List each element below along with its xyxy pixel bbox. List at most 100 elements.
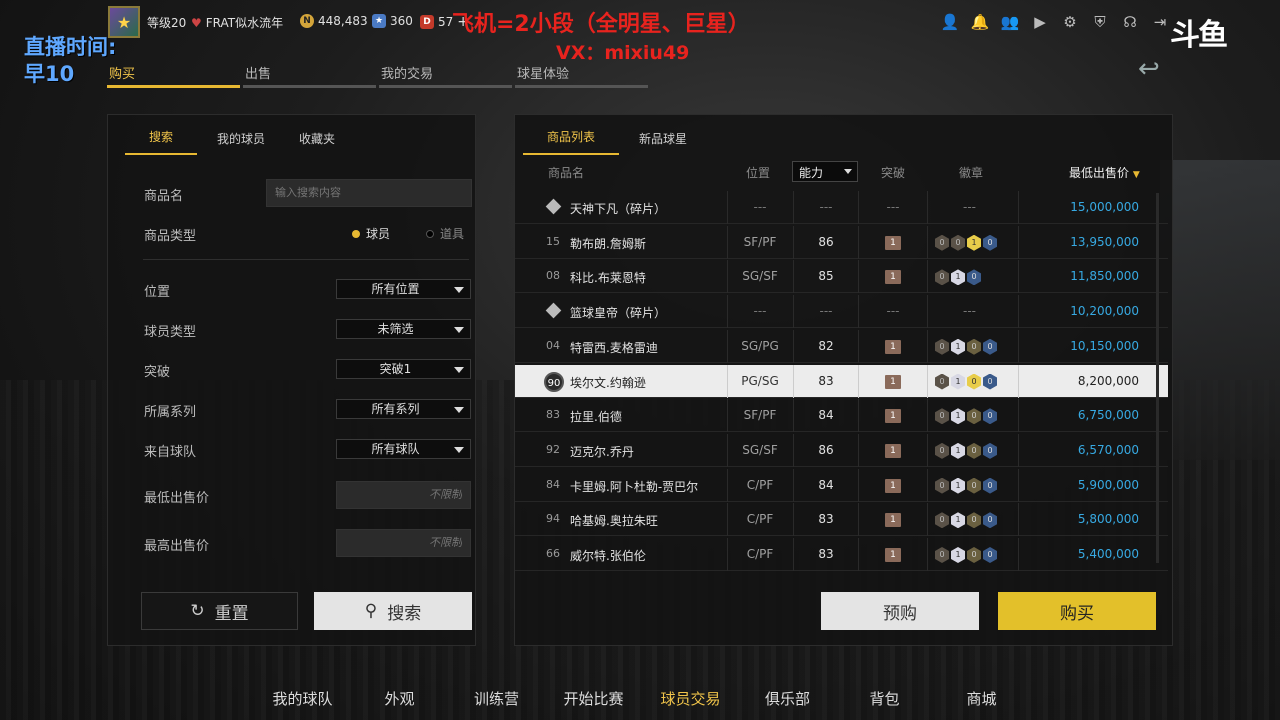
product-ability: 86 (818, 234, 834, 249)
product-ability: 83 (818, 547, 834, 561)
breakthrough-select[interactable]: 突破1 (336, 359, 471, 379)
bottom-nav-item[interactable]: 开始比赛 (545, 688, 642, 709)
badge-set: 0100 (935, 373, 997, 390)
bottom-nav-item[interactable]: 商城 (933, 688, 1030, 709)
badge-hex-icon: 0 (935, 512, 949, 529)
product-name: 特雷西.麦格雷迪 (570, 340, 658, 355)
column-separator (793, 503, 794, 537)
bottom-nav-item[interactable]: 球员交易 (642, 688, 739, 709)
product-breakthrough: --- (886, 304, 900, 319)
tab-search[interactable]: 搜索 (125, 128, 198, 155)
reset-button[interactable]: ↻ 重置 (141, 592, 298, 630)
gear-icon[interactable]: ⚙ (1060, 12, 1080, 32)
bottom-nav-item[interactable]: 俱乐部 (739, 688, 836, 709)
table-row[interactable]: 15 勒布朗.詹姆斯 SF/PF 86 1 0 0 1 0 13,950,000 (515, 225, 1168, 259)
column-separator (793, 364, 794, 398)
ability-sort-select[interactable]: 能力 (792, 161, 858, 182)
jersey-number: 15 (546, 234, 560, 248)
column-separator (793, 538, 794, 571)
column-separator (858, 538, 859, 571)
table-row[interactable]: 83 拉里.伯德 SF/PF 84 1 0 1 0 0 6,750,000 (515, 399, 1168, 433)
shield-icon[interactable]: ⛨ (1090, 12, 1110, 32)
tab-my-players[interactable]: 我的球员 (203, 130, 279, 155)
tab-star-trial[interactable]: 球星体验 (515, 60, 648, 88)
badge-hex-icon: 0 (967, 547, 981, 563)
list-sub-tabs: 商品列表 新品球星 (515, 115, 1172, 155)
product-price: 15,000,000 (1070, 200, 1139, 214)
max-price-label: 最高出售价 (144, 539, 210, 554)
product-price: 5,800,000 (1077, 512, 1139, 527)
tab-buy[interactable]: 购买 (107, 60, 240, 88)
back-arrow-icon[interactable]: ↩ (1138, 54, 1160, 84)
profile-icon[interactable]: 👤 (940, 12, 960, 32)
min-price-label: 最低出售价 (144, 491, 210, 506)
search-button[interactable]: ⚲ 搜索 (314, 592, 472, 630)
badge-set: 0100 (935, 512, 997, 529)
badge-hex-icon: 0 (967, 373, 981, 390)
column-separator (927, 191, 928, 224)
bottom-nav-item[interactable]: 背包 (836, 688, 933, 709)
header-price[interactable]: 最低出售价 ▼ (1069, 164, 1140, 181)
radio-player[interactable]: 球员 (352, 225, 390, 242)
badge-hex-icon: 0 (935, 442, 949, 459)
exit-icon[interactable]: ⇥ (1150, 12, 1170, 32)
table-row[interactable]: 天神下凡（碎片） --- --- --- --- 15,000,000 (515, 191, 1168, 224)
preorder-button[interactable]: 预购 (821, 592, 979, 630)
column-separator (858, 191, 859, 224)
table-row[interactable]: 66 威尔特.张伯伦 C/PF 83 1 0 1 0 0 5,400,000 (515, 538, 1168, 571)
badge-hex-icon: 0 (967, 269, 981, 286)
table-row[interactable]: 94 哈基姆.奥拉朱旺 C/PF 83 1 0 1 0 0 5,800,000 (515, 503, 1168, 537)
search-icon: ⚲ (364, 601, 378, 621)
column-separator (858, 364, 859, 398)
table-row[interactable]: 90 埃尔文.约翰逊 PG/SG 83 1 0 1 0 0 8,200,000 (515, 364, 1168, 398)
bottom-nav-item[interactable]: 外观 (351, 688, 448, 709)
table-row[interactable]: 92 迈克尔.乔丹 SG/SF 86 1 0 1 0 0 6,570,000 (515, 433, 1168, 467)
tab-sell[interactable]: 出售 (243, 60, 376, 88)
table-row[interactable]: 04 特雷西.麦格雷迪 SG/PG 82 1 0 1 0 0 10,150,000 (515, 329, 1168, 363)
divider (143, 259, 469, 260)
series-select[interactable]: 所有系列 (336, 399, 471, 419)
badge-hex-icon: 0 (935, 338, 949, 355)
product-price: 6,570,000 (1077, 442, 1139, 457)
position-select[interactable]: 所有位置 (336, 279, 471, 299)
radio-player-label: 球员 (366, 227, 391, 241)
team-select[interactable]: 所有球队 (336, 439, 471, 459)
table-scrollbar[interactable] (1156, 193, 1159, 563)
search-button-label: 搜索 (387, 603, 422, 624)
tab-my-trades[interactable]: 我的交易 (379, 60, 512, 88)
product-ability: 84 (818, 408, 834, 423)
jersey-number: 94 (546, 512, 560, 526)
tab-favorites[interactable]: 收藏夹 (285, 130, 349, 155)
product-name: 科比.布莱恩特 (570, 271, 646, 286)
product-ability: 83 (818, 373, 834, 388)
buy-button[interactable]: 购买 (998, 592, 1156, 630)
product-ability: 83 (818, 512, 834, 527)
video-icon[interactable]: ▶ (1030, 12, 1050, 32)
table-row[interactable]: 84 卡里姆.阿卜杜勒-贾巴尔 C/PF 84 1 0 1 0 0 5,900,000 (515, 468, 1168, 502)
table-row[interactable]: 08 科比.布莱恩特 SG/SF 85 1 0 1 0 11,850,000 (515, 260, 1168, 294)
product-ability: 85 (818, 269, 834, 284)
badge-set: 0100 (935, 338, 997, 355)
friends-icon[interactable]: 👥 (1000, 12, 1020, 32)
header-breakthrough[interactable]: 突破 (881, 164, 905, 181)
badge-hex-icon: 0 (967, 338, 981, 355)
radio-item-label: 道具 (440, 227, 465, 241)
header-position[interactable]: 位置 (746, 164, 770, 181)
headset-icon[interactable]: ☊ (1120, 12, 1140, 32)
notification-icon[interactable]: 🔔 (970, 12, 990, 32)
fragment-cube-icon (545, 198, 562, 215)
tab-new-stars[interactable]: 新品球星 (625, 130, 701, 155)
min-price-input[interactable] (336, 481, 471, 509)
header-name: 商品名 (548, 165, 585, 180)
player-type-select[interactable]: 未筛选 (336, 319, 471, 339)
max-price-input[interactable] (336, 529, 471, 557)
player-type-label: 球员类型 (144, 325, 197, 340)
bottom-nav-item[interactable]: 我的球队 (254, 688, 351, 709)
radio-item[interactable]: 道具 (426, 225, 464, 242)
column-separator (858, 295, 859, 329)
name-search-input[interactable] (266, 179, 472, 207)
tab-product-list[interactable]: 商品列表 (523, 128, 620, 155)
shield-icon: ♥ (191, 15, 202, 30)
bottom-nav-item[interactable]: 训练营 (448, 688, 545, 709)
table-row[interactable]: 篮球皇帝（碎片） --- --- --- --- 10,200,000 (515, 295, 1168, 329)
